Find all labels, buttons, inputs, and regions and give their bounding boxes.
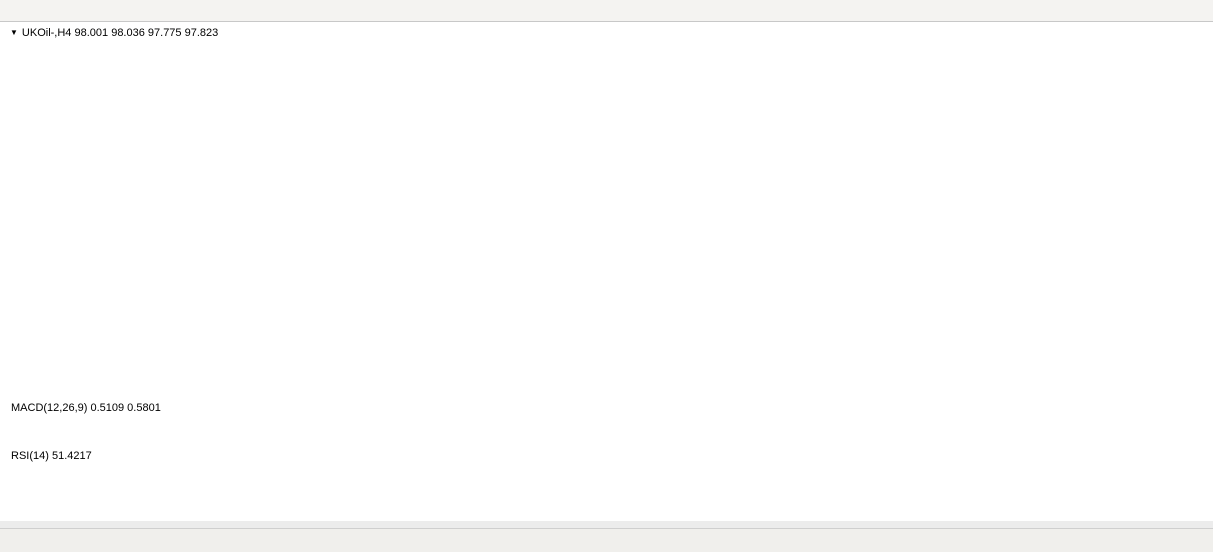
- macd-label: MACD(12,26,9) 0.5109 0.5801: [11, 402, 161, 414]
- chart-title-ohlc: 98.001 98.036 97.775 97.823: [75, 27, 219, 39]
- chart-title-symbol: UKOil-,H4: [22, 27, 72, 39]
- mt4-window: ▼ UKOil-,H4 98.001 98.036 97.775 97.823 M…: [0, 0, 1213, 551]
- chart-window: ▼ UKOil-,H4 98.001 98.036 97.775 97.823 M…: [0, 22, 1213, 521]
- chart-plot-area[interactable]: [0, 22, 1213, 521]
- symbol-dropdown-icon[interactable]: ▼: [10, 28, 18, 37]
- chart-title: ▼ UKOil-,H4 98.001 98.036 97.775 97.823: [10, 27, 218, 39]
- symbol-tab-bar: [0, 528, 1213, 552]
- rsi-label: RSI(14) 51.4217: [11, 450, 92, 462]
- timeframe-toolbar: [0, 0, 1213, 22]
